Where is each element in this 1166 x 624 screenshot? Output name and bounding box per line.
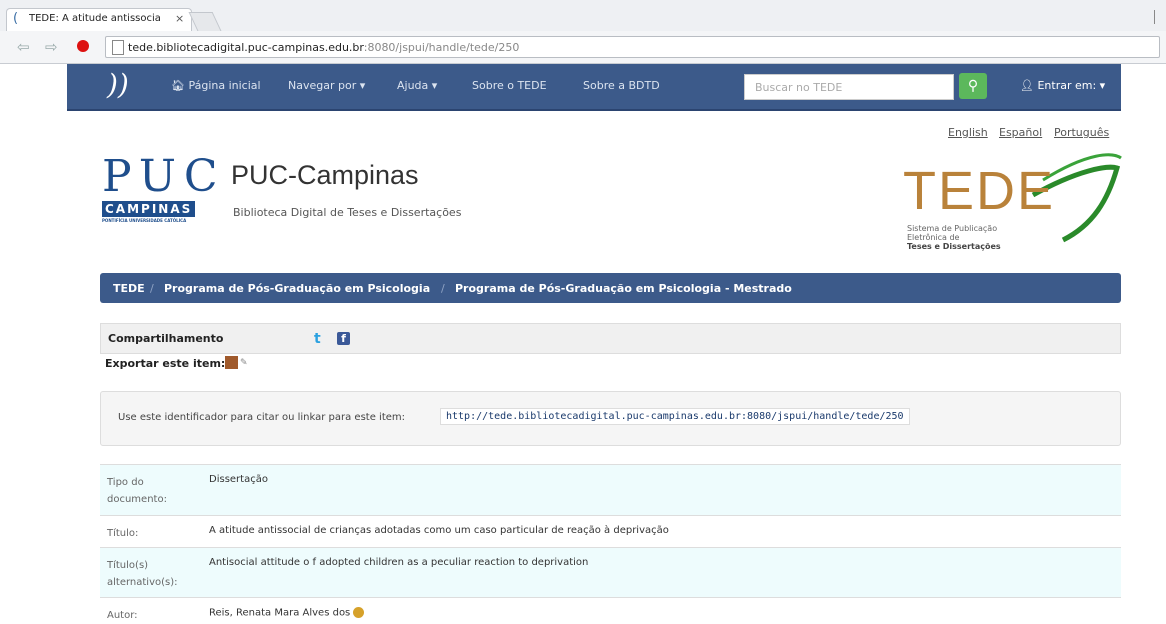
search-input[interactable]: Buscar no TEDE: [744, 74, 954, 100]
breadcrumb-separator: /: [150, 282, 154, 295]
tede-logo[interactable]: TEDE Sistema de Publicação Eletrônica de…: [903, 140, 1123, 265]
tede-logo-subtitle: Sistema de Publicação Eletrônica de Tese…: [907, 224, 1001, 251]
table-row: Autor: Reis, Renata Mara Alves dos: [100, 597, 1121, 622]
citation-handle-link[interactable]: http://tede.bibliotecadigital.puc-campin…: [440, 408, 910, 425]
breadcrumb-item-masters[interactable]: Programa de Pós-Graduação em Psicologia …: [455, 282, 792, 295]
lang-portugues[interactable]: Português: [1054, 126, 1109, 139]
puc-logo-letters: PUC: [102, 151, 226, 202]
export-refworks-icon[interactable]: ✎: [240, 358, 248, 368]
tab-close-icon[interactable]: ×: [175, 12, 184, 25]
browser-tab[interactable]: ( TEDE: A atitude antissocia ×: [6, 8, 192, 31]
puc-logo-pontificia: PONTIFÍCIA UNIVERSIDADE CATÓLICA: [102, 218, 187, 223]
tab-title: TEDE: A atitude antissocia: [29, 13, 161, 24]
export-mendeley-icon[interactable]: [225, 356, 238, 369]
nav-browse[interactable]: Navegar por ▾: [288, 79, 365, 92]
nav-help[interactable]: Ajuda ▾: [397, 79, 437, 92]
nav-about-bdtd[interactable]: Sobre a BDTD: [583, 79, 660, 92]
share-label: Compartilhamento: [108, 332, 224, 345]
search-placeholder: Buscar no TEDE: [755, 81, 843, 94]
site-navbar: )) 🏠︎ Página inicial Navegar por ▾ Ajuda…: [67, 64, 1121, 111]
meta-key: Autor:: [107, 610, 138, 621]
nav-home[interactable]: 🏠︎ Página inicial: [171, 79, 261, 92]
meta-key: Título(s) alternativo(s):: [107, 560, 178, 588]
table-row: Tipo do documento: Dissertação: [100, 464, 1121, 515]
meta-value-author: Reis, Renata Mara Alves dos: [209, 607, 365, 619]
tede-logo-word: TEDE: [903, 161, 1056, 221]
page-icon: [112, 40, 124, 55]
table-row: Título(s) alternativo(s): Antisocial att…: [100, 547, 1121, 597]
puc-logo-campinas: CAMPINAS: [102, 201, 196, 217]
citation-panel: Use este identificador para citar ou lin…: [100, 391, 1121, 446]
search-button[interactable]: ⚲: [959, 73, 987, 99]
home-icon: 🏠︎: [171, 79, 185, 92]
login-menu[interactable]: 👤︎ Entrar em: ▾: [1020, 79, 1105, 92]
window-control: [1154, 10, 1164, 24]
stop-icon[interactable]: [77, 40, 89, 52]
breadcrumb: TEDE / Programa de Pós-Graduação em Psic…: [100, 273, 1121, 303]
user-icon: 👤︎: [1020, 79, 1034, 92]
share-panel: Compartilhamento t f: [100, 323, 1121, 354]
breadcrumb-item-program[interactable]: Programa de Pós-Graduação em Psicologia: [164, 282, 430, 295]
author-lattes-icon[interactable]: [353, 607, 365, 618]
meta-key: Título:: [107, 528, 139, 539]
meta-value: Antisocial attitude o f adopted children…: [209, 557, 589, 568]
export-label: Exportar este item:: [105, 357, 226, 370]
twitter-icon[interactable]: t: [314, 331, 321, 347]
breadcrumb-item-tede[interactable]: TEDE: [113, 282, 145, 295]
url-text: tede.bibliotecadigital.puc-campinas.edu.…: [128, 41, 520, 54]
citation-text: Use este identificador para citar ou lin…: [118, 412, 406, 423]
lang-english[interactable]: English: [948, 126, 988, 139]
nav-about-tede[interactable]: Sobre o TEDE: [472, 79, 547, 92]
new-tab-button[interactable]: [188, 12, 222, 31]
lang-espanol[interactable]: Español: [999, 126, 1042, 139]
site-subtitle: Biblioteca Digital de Teses e Dissertaçõ…: [233, 206, 462, 219]
meta-value: Dissertação: [209, 474, 268, 485]
browser-tab-bar: ( TEDE: A atitude antissocia ×: [0, 0, 1166, 32]
page-favicon-icon: (: [13, 11, 19, 26]
search-icon: ⚲: [967, 78, 979, 94]
meta-key: Tipo do documento:: [107, 477, 167, 505]
forward-icon[interactable]: ⇨: [45, 38, 58, 56]
breadcrumb-separator: /: [441, 282, 445, 295]
url-field[interactable]: tede.bibliotecadigital.puc-campinas.edu.…: [105, 36, 1160, 58]
facebook-icon[interactable]: f: [337, 332, 350, 345]
puc-logo[interactable]: PUC CAMPINAS PONTIFÍCIA UNIVERSIDADE CAT…: [102, 155, 226, 223]
site-title: PUC-Campinas: [231, 160, 419, 190]
address-bar-row: ⇦ ⇨ tede.bibliotecadigital.puc-campinas.…: [0, 31, 1166, 64]
meta-value: A atitude antissocial de crianças adotad…: [209, 525, 669, 536]
back-icon[interactable]: ⇦: [17, 38, 30, 56]
table-row: Título: A atitude antissocial de criança…: [100, 515, 1121, 547]
tede-logo-icon[interactable]: )): [107, 68, 129, 101]
